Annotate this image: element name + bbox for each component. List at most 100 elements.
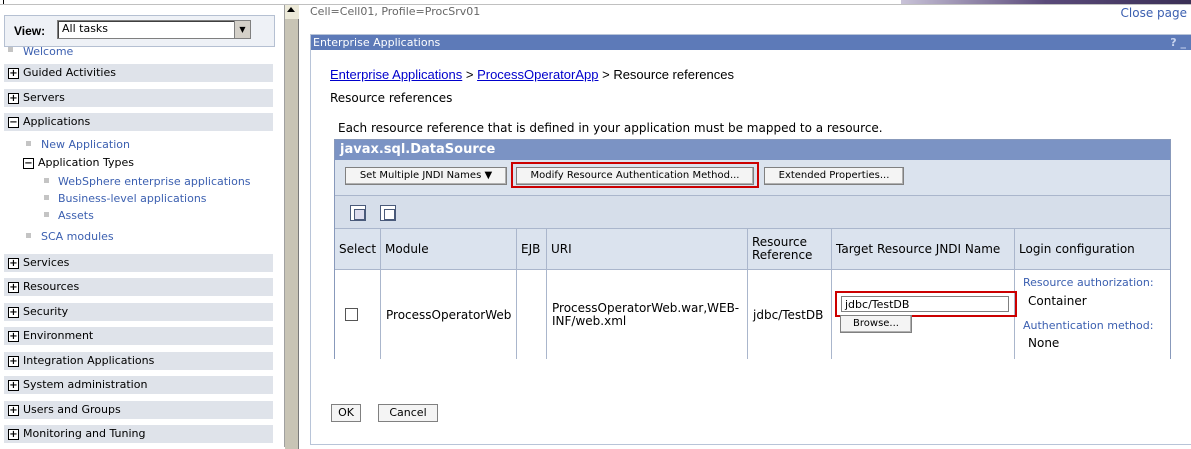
column-header-module[interactable]: Module	[381, 229, 517, 269]
welcome-bullet-icon	[8, 47, 13, 52]
table-title: javax.sql.DataSource	[340, 142, 496, 157]
bullet-icon	[44, 212, 49, 217]
jndi-cell: jdbc/TestDB Browse...	[832, 270, 1017, 359]
column-header-target-jndi-name[interactable]: Target Resource JNDI Name	[832, 229, 1015, 269]
nav-item-label: Servers	[23, 91, 65, 104]
view-select-value: All tasks	[62, 22, 109, 35]
breadcrumb-enterprise-applications[interactable]: Enterprise Applications	[330, 67, 462, 82]
nav-websphere-enterprise-applications[interactable]: WebSphere enterprise applications	[58, 175, 251, 188]
nav-sca-modules[interactable]: SCA modules	[41, 230, 114, 243]
deselect-all-icon[interactable]	[380, 205, 396, 221]
navigation-panel: View: All tasks ▼ Welcome + Guided Activ…	[0, 5, 284, 447]
table-title-bar: javax.sql.DataSource	[335, 140, 1170, 160]
nav-item-label: Integration Applications	[23, 354, 155, 367]
nav-item-guided-activities[interactable]: + Guided Activities	[4, 64, 273, 82]
expand-icon[interactable]: +	[8, 405, 19, 416]
page-description: Each resource reference that is defined …	[338, 121, 883, 135]
nav-application-types[interactable]: Application Types	[38, 156, 134, 169]
table-row: ProcessOperatorWeb ProcessOperatorWeb.wa…	[335, 269, 1170, 359]
table-header-row: Select Module EJB URI Resource Reference…	[335, 228, 1170, 269]
expand-icon[interactable]: +	[8, 258, 19, 269]
collapse-icon[interactable]: −	[8, 117, 19, 128]
expand-icon[interactable]: +	[8, 307, 19, 318]
login-configuration-cell: Resource authorization: Container Authen…	[1015, 270, 1170, 359]
nav-item-applications[interactable]: − Applications	[4, 113, 273, 131]
module-cell: ProcessOperatorWeb	[381, 270, 517, 359]
enterprise-applications-portlet: Enterprise Applications ? _ Enterprise A…	[310, 34, 1191, 445]
select-all-icon[interactable]	[350, 205, 366, 221]
bullet-icon	[26, 233, 31, 238]
help-icon[interactable]: ? _	[1170, 35, 1186, 50]
nav-item-system-administration[interactable]: + System administration	[4, 376, 273, 394]
expand-icon[interactable]: +	[8, 93, 19, 104]
bullet-icon	[26, 141, 31, 146]
breadcrumb-separator: >	[598, 67, 614, 82]
nav-item-resources[interactable]: + Resources	[4, 278, 273, 296]
banner-fragment	[901, 0, 1191, 4]
nav-item-integration-applications[interactable]: + Integration Applications	[4, 352, 273, 370]
nav-item-label: Resources	[23, 280, 80, 293]
column-header-select[interactable]: Select	[335, 229, 381, 269]
nav-new-application[interactable]: New Application	[41, 138, 130, 151]
expand-icon[interactable]: +	[8, 429, 19, 440]
nav-item-label: Applications	[23, 115, 91, 128]
highlight-box	[511, 162, 759, 188]
set-jndi-label: Set Multiple JNDI Names	[359, 170, 482, 181]
scroll-up-icon[interactable]	[287, 7, 295, 12]
nav-item-label: System administration	[23, 378, 148, 391]
bullet-icon	[44, 178, 49, 183]
resource-reference-cell: jdbc/TestDB	[748, 270, 832, 359]
nav-item-monitoring-and-tuning[interactable]: + Monitoring and Tuning	[4, 425, 273, 443]
view-label: View:	[14, 24, 46, 38]
resource-authorization-value: Container	[1028, 294, 1087, 308]
top-strip-corner	[0, 0, 4, 4]
column-header-resource-reference[interactable]: Resource Reference	[748, 229, 832, 269]
select-all-icon-inner	[354, 209, 365, 220]
nav-item-label: Security	[23, 305, 69, 318]
authentication-method-label: Authentication method:	[1023, 319, 1154, 332]
nav-scrollbar[interactable]	[284, 5, 299, 449]
view-select[interactable]: All tasks ▼	[57, 20, 251, 39]
column-header-uri[interactable]: URI	[547, 229, 748, 269]
set-multiple-jndi-names-button[interactable]: Set Multiple JNDI Names ▼	[345, 167, 507, 185]
breadcrumb-process-operator-app[interactable]: ProcessOperatorApp	[477, 67, 598, 82]
column-header-ejb[interactable]: EJB	[517, 229, 547, 269]
ejb-cell	[517, 270, 547, 359]
chevron-down-icon[interactable]: ▼	[234, 21, 250, 38]
extended-properties-button[interactable]: Extended Properties...	[764, 167, 904, 185]
nav-item-label: Guided Activities	[23, 66, 116, 79]
expand-icon[interactable]: +	[8, 282, 19, 293]
close-page-link[interactable]: Close page	[1121, 6, 1187, 20]
expand-icon[interactable]: +	[8, 380, 19, 391]
cancel-button[interactable]: Cancel	[378, 404, 438, 422]
nav-item-services[interactable]: + Services	[4, 254, 273, 272]
row-select-checkbox[interactable]	[345, 308, 358, 321]
nav-business-level-applications[interactable]: Business-level applications	[58, 192, 207, 205]
column-header-login-configuration[interactable]: Login configuration	[1015, 229, 1170, 269]
select-cell	[335, 270, 381, 359]
nav-welcome[interactable]: Welcome	[23, 45, 73, 58]
view-selector-box: View: All tasks ▼	[4, 15, 275, 47]
nav-item-security[interactable]: + Security	[4, 303, 273, 321]
nav-item-users-and-groups[interactable]: + Users and Groups	[4, 401, 273, 419]
nav-assets[interactable]: Assets	[58, 209, 94, 222]
expand-icon[interactable]: +	[8, 68, 19, 79]
scrollbar-thumb[interactable]	[285, 19, 299, 449]
expand-icon[interactable]: +	[8, 356, 19, 367]
nav-item-label: Environment	[23, 329, 94, 342]
resource-reference-table: javax.sql.DataSource Set Multiple JNDI N…	[334, 139, 1171, 359]
browse-button[interactable]: Browse...	[840, 315, 912, 333]
breadcrumb-current: Resource references	[613, 67, 734, 82]
button-bar: Set Multiple JNDI Names ▼ Modify Resourc…	[335, 160, 1170, 194]
nav-item-servers[interactable]: + Servers	[4, 89, 273, 107]
nav-item-environment[interactable]: + Environment	[4, 327, 273, 345]
collapse-icon[interactable]: −	[23, 158, 34, 169]
dropdown-arrow-icon: ▼	[484, 170, 493, 181]
portlet-title: Enterprise Applications	[313, 36, 441, 49]
breadcrumb-separator: >	[462, 67, 478, 82]
highlight-box	[835, 291, 1017, 317]
nav-item-label: Services	[23, 256, 70, 269]
ok-button[interactable]: OK	[331, 404, 361, 422]
deselect-all-icon-inner	[384, 209, 395, 220]
expand-icon[interactable]: +	[8, 331, 19, 342]
